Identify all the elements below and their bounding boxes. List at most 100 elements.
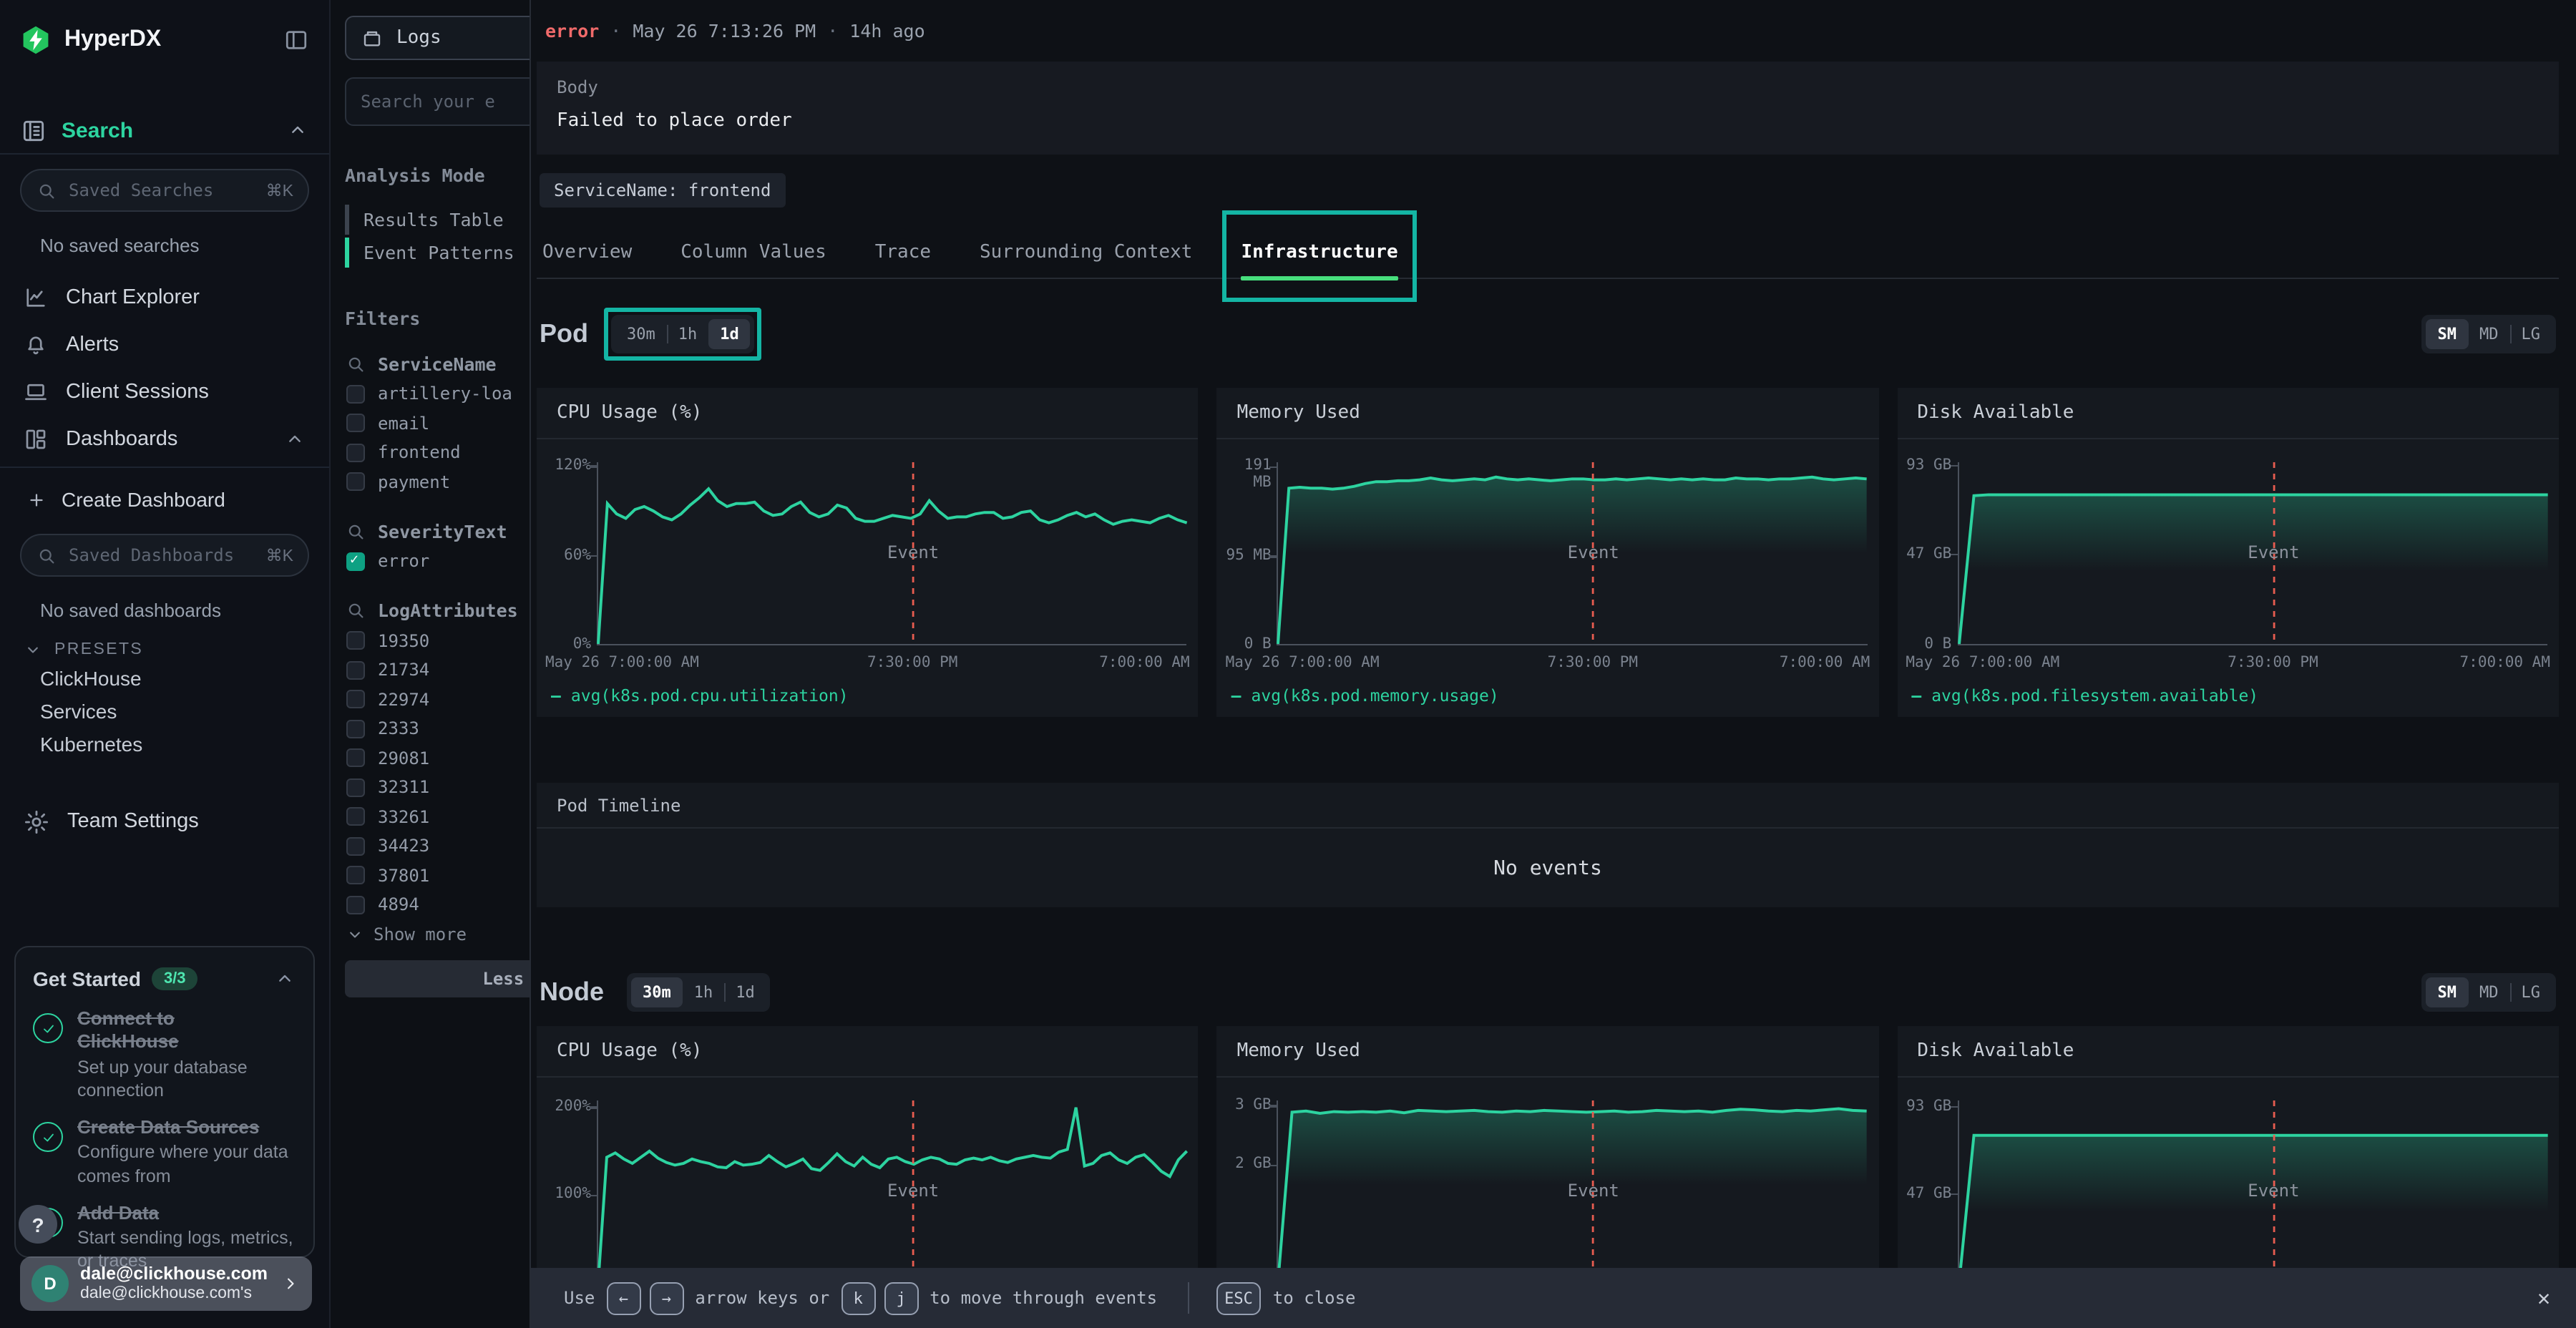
event-detail-content: error · May 26 7:13:26 PM · 14h ago Body… [531,0,2576,1328]
event-marker-label: Event [2248,1180,2299,1200]
footer-hint-mid: arrow keys or [695,1288,829,1308]
checkbox[interactable] [346,866,365,885]
filter-value-label: 2333 [378,719,419,739]
collapse-sidebar-icon[interactable] [283,27,309,53]
x-tick-label-middle: 7:30:00 PM [1548,654,1638,671]
chart-body: 200%100%Event [542,1100,1187,1284]
source-selector-button[interactable]: Logs [345,16,560,60]
preset-item-services[interactable]: Services [0,694,329,727]
tab-infrastructure[interactable]: Infrastructure [1241,228,1397,278]
analysis-mode-option-label: Results Table [364,209,504,230]
event-detail-panel: error · May 26 7:13:26 PM · 14h ago Body… [530,0,2576,1328]
checkbox[interactable] [346,690,365,709]
checkbox[interactable] [346,632,365,650]
chart-title: Memory Used [1217,1026,1879,1078]
event-body-card: Body Failed to place order [537,62,2559,155]
node-chart-size-option-lg[interactable]: LG [2510,977,2552,1007]
y-tick-mark [590,466,597,468]
checkbox[interactable] [346,444,365,462]
search-icon [36,180,57,201]
sidebar-item-label: Dashboards [66,427,177,450]
sidebar-item-search[interactable]: Search [0,112,329,149]
legend-line-swatch: — [551,685,561,706]
get-started-header[interactable]: Get Started 3/3 [33,965,296,993]
pod-time-range-option-30m[interactable]: 30m [615,318,667,348]
node-chart-size-option-md[interactable]: MD [2468,977,2510,1007]
get-started-item-title[interactable]: Add Data [77,1202,266,1226]
mode-indicator-bar [345,205,349,235]
node-time-range-option-30m[interactable]: 30m [631,977,683,1007]
sidebar-item-chart-explorer[interactable]: Chart Explorer [0,273,329,321]
checkbox[interactable] [346,808,365,826]
presets-toggle[interactable]: PRESETS [0,638,329,661]
tab-column-values[interactable]: Column Values [680,228,826,278]
chevron-up-icon [273,967,296,990]
preset-item-clickhouse[interactable]: ClickHouse [0,661,329,694]
separator-dot: · [827,20,838,42]
x-tick-label-middle: 7:30:00 PM [2228,654,2318,671]
y-tick-mark [1950,1106,1957,1108]
event-age: 14h ago [849,20,924,42]
chart-plot-area: Event [1277,462,1868,645]
pod-timeline-empty: No events [537,829,2559,907]
close-icon[interactable]: ✕ [2537,1285,2550,1311]
checkbox[interactable] [346,749,365,768]
node-time-range: 30m1h1d [627,972,771,1011]
pod-chart-size-option-lg[interactable]: LG [2510,318,2552,348]
node-chart-size-option-sm[interactable]: SM [2426,977,2469,1007]
sidebar-item-client-sessions[interactable]: Client Sessions [0,368,329,415]
help-button[interactable]: ? [19,1205,57,1244]
user-menu[interactable]: D dale@clickhouse.com dale@clickhouse.co… [20,1256,312,1311]
checkbox-checked[interactable] [346,552,365,571]
checkbox[interactable] [346,896,365,914]
y-tick-mark [1270,555,1277,557]
annotation-box-infrastructure-tab [1222,210,1416,302]
sidebar-item-label: Chart Explorer [66,285,200,308]
x-tick-label-start: May 26 7:00:00 AM [545,654,699,671]
preset-item-kubernetes[interactable]: Kubernetes [0,727,329,760]
chart-body: 93 GB47 GBEvent [1903,1100,2547,1284]
saved-dashboards-input[interactable]: Saved Dashboards ⌘K [20,534,309,577]
chart-title: Disk Available [1897,1026,2559,1078]
tab-surrounding-context[interactable]: Surrounding Context [980,228,1192,278]
node-time-range-option-1h[interactable]: 1h [683,977,725,1007]
body-value: Failed to place order [557,110,2539,132]
checkbox[interactable] [346,385,365,404]
event-marker-label: Event [2248,542,2299,562]
node-time-range-option-1d[interactable]: 1d [724,977,766,1007]
checkbox[interactable] [346,720,365,738]
get-started-item-title[interactable]: Create Data Sources [77,1116,266,1140]
source-selector-label: Logs [396,27,441,49]
chart-body: 3 GB2 GBEvent [1223,1100,1868,1284]
chart-legend: —avg(k8s.pod.cpu.utilization) [551,685,849,706]
get-started-item: Connect to ClickHouseSet up your databas… [33,1007,296,1102]
sidebar-item-dashboards[interactable]: Dashboards [0,415,329,462]
chart-x-axis: May 26 7:00:00 AM7:30:00 PM7:00:00 AM [1897,654,2559,674]
create-dashboard-button[interactable]: Create Dashboard [0,479,329,519]
node-time-range-group: 30m1h1d [627,972,771,1011]
pod-timeline-card: Pod Timeline No events [537,783,2559,907]
checkbox[interactable] [346,473,365,492]
filter-group-name: LogAttributes [378,600,518,621]
pod-chart-size-group: SMMDLG [2422,314,2557,353]
pod-chart-size-option-md[interactable]: MD [2468,318,2510,348]
y-tick-mark [590,555,597,557]
checkbox[interactable] [346,778,365,797]
tab-trace[interactable]: Trace [875,228,931,278]
saved-searches-input[interactable]: Saved Searches ⌘K [20,169,309,212]
footer-esc-label: to close [1273,1288,1356,1308]
y-tick-label: 3 GB [1235,1098,1272,1114]
sidebar-item-team-settings[interactable]: Team Settings [0,803,329,840]
get-started-item-title[interactable]: Connect to ClickHouse [77,1007,266,1054]
checkbox[interactable] [346,837,365,856]
service-name-tag[interactable]: ServiceName: frontend [540,173,785,208]
pod-chart-size-option-sm[interactable]: SM [2426,318,2469,348]
body-label: Body [557,77,2539,97]
tab-overview[interactable]: Overview [542,228,632,278]
checkbox[interactable] [346,414,365,433]
checkbox[interactable] [346,661,365,680]
y-tick-mark [590,1194,597,1196]
sidebar-item-alerts[interactable]: Alerts [0,321,329,368]
pod-time-range-option-1h[interactable]: 1h [667,318,709,348]
pod-time-range-option-1d[interactable]: 1d [708,318,751,348]
